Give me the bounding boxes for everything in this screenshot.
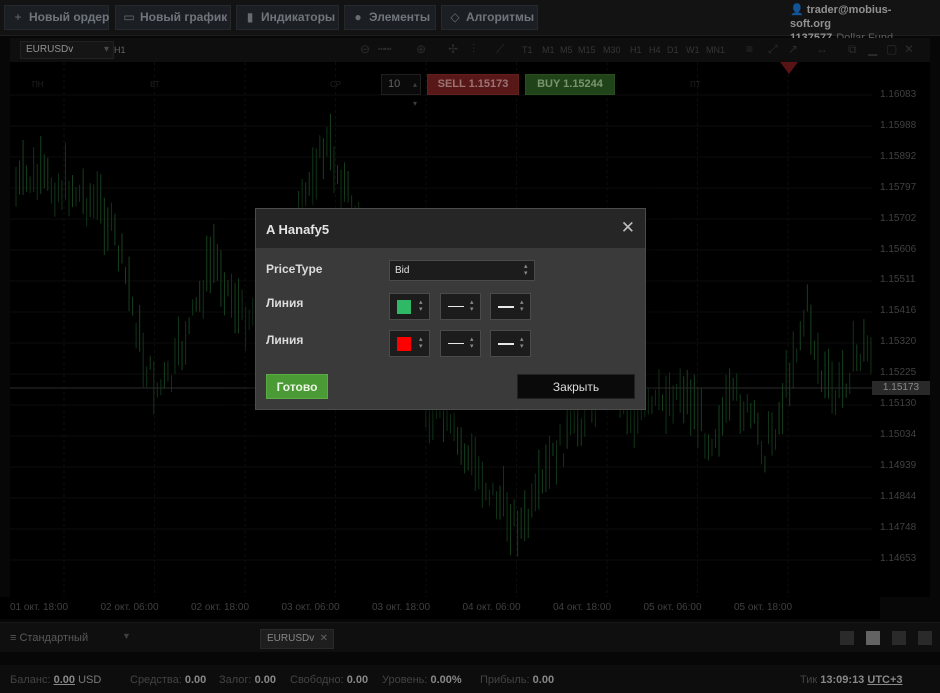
line-width-icon (498, 343, 514, 345)
done-button[interactable]: Готово (266, 374, 328, 399)
updown-icon: ▴ ▾ (470, 299, 474, 313)
line-width-icon (498, 306, 514, 308)
close-button[interactable]: Закрыть (517, 374, 635, 399)
color-swatch (397, 300, 411, 314)
price-type-select[interactable]: Bid ▴ ▾ (389, 260, 535, 281)
updown-icon: ▴ ▾ (419, 336, 423, 350)
indicator-settings-dialog: A Hanafy5 ✕ PriceType Bid ▴ ▾ Линия ▴ ▾ ▴ ▾… (255, 208, 646, 410)
updown-icon: ▴ ▾ (524, 263, 528, 277)
line-style-icon (448, 306, 464, 307)
line1-label: Линия (266, 296, 304, 310)
updown-icon: ▴ ▾ (520, 336, 524, 350)
color-swatch (397, 337, 411, 351)
price-type-value: Bid (395, 265, 410, 276)
price-type-label: PriceType (266, 262, 323, 276)
line1-width-select[interactable]: ▴ ▾ (490, 293, 531, 320)
line1-style-select[interactable]: ▴ ▾ (440, 293, 481, 320)
updown-icon: ▴ ▾ (419, 299, 423, 313)
close-icon[interactable]: ✕ (621, 218, 635, 238)
line1-color-picker[interactable]: ▴ ▾ (389, 293, 430, 320)
line2-label: Линия (266, 333, 304, 347)
line2-style-select[interactable]: ▴ ▾ (440, 330, 481, 357)
dialog-header: A Hanafy5 ✕ (256, 209, 645, 248)
updown-icon: ▴ ▾ (470, 336, 474, 350)
updown-icon: ▴ ▾ (520, 299, 524, 313)
line-style-icon (448, 343, 464, 344)
line2-color-picker[interactable]: ▴ ▾ (389, 330, 430, 357)
dialog-title: A Hanafy5 (266, 222, 330, 237)
line2-width-select[interactable]: ▴ ▾ (490, 330, 531, 357)
